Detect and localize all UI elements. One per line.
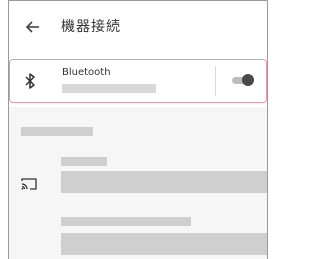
bluetooth-toggle[interactable] <box>230 72 254 88</box>
settings-screen: 機器接続 Bluetooth <box>8 0 268 259</box>
row-divider <box>215 66 216 96</box>
top-app-bar: 機器接続 <box>9 1 267 53</box>
bluetooth-icon <box>22 72 38 90</box>
list-item-summary-placeholder[interactable] <box>61 233 267 255</box>
bluetooth-summary-placeholder <box>62 84 156 93</box>
cast-icon <box>21 176 37 190</box>
cast-item-summary-placeholder[interactable] <box>61 171 267 193</box>
toggle-knob <box>242 74 254 86</box>
cast-item-title-placeholder[interactable] <box>61 157 107 166</box>
page-title: 機器接続 <box>61 19 121 35</box>
arrow-left-icon[interactable] <box>23 17 43 37</box>
connected-devices-section <box>9 107 267 259</box>
section-header-placeholder <box>21 127 93 136</box>
list-item-title-placeholder[interactable] <box>61 217 191 226</box>
bluetooth-setting-row[interactable]: Bluetooth <box>9 59 267 103</box>
bluetooth-label: Bluetooth <box>62 67 111 78</box>
